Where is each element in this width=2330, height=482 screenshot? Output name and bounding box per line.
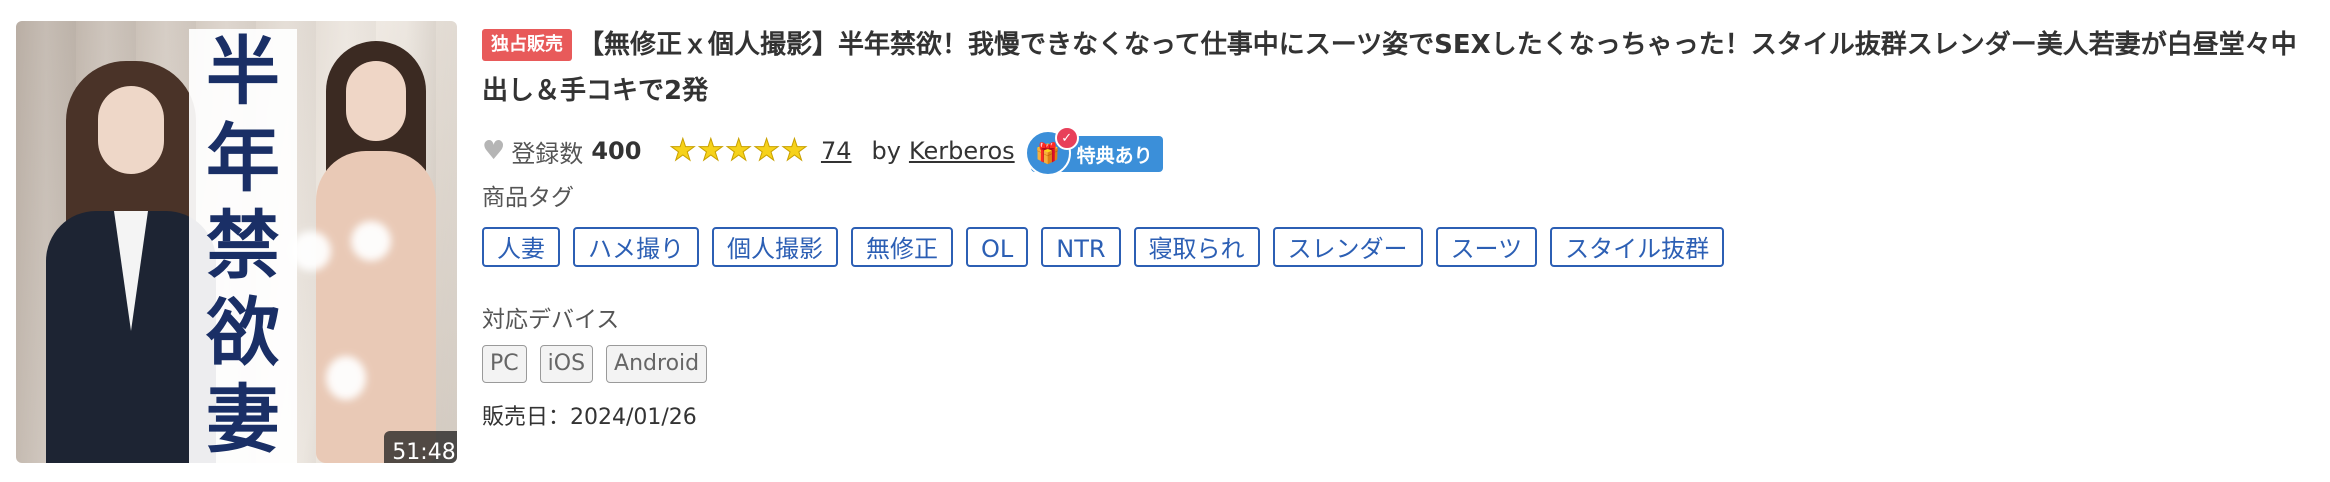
tag-item[interactable]: 無修正 bbox=[851, 227, 953, 267]
tags-section-label: 商品タグ bbox=[482, 185, 574, 211]
censor-blur bbox=[351, 221, 391, 261]
rating-stars: ★ ★ ★ ★ ★ bbox=[669, 133, 809, 168]
thumbnail-vertical-title: 半 年 禁 欲 妻 bbox=[189, 29, 297, 463]
tag-item[interactable]: 人妻 bbox=[482, 227, 560, 267]
favorites-count: 400 bbox=[591, 137, 642, 165]
thumbnail-person-right bbox=[291, 41, 451, 463]
star-icon: ★ bbox=[669, 133, 697, 168]
device-badge: PC bbox=[482, 345, 527, 383]
tag-item[interactable]: NTR bbox=[1041, 227, 1121, 267]
tag-item[interactable]: 個人撮影 bbox=[712, 227, 838, 267]
vertical-title-char: 欲 bbox=[206, 289, 280, 376]
exclusive-badge: 独占販売 bbox=[482, 29, 572, 61]
heart-icon[interactable]: ♥ bbox=[482, 136, 505, 166]
tag-item[interactable]: ハメ撮り bbox=[573, 227, 699, 267]
duration-badge: 51:48 bbox=[384, 431, 457, 463]
device-badge: Android bbox=[606, 345, 708, 383]
meta-row: ♥ 登録数 400 ★ ★ ★ ★ ★ 74 by Kerberos 🎁 ✓ 特… bbox=[482, 126, 1163, 176]
vertical-title-char: 年 bbox=[206, 116, 280, 203]
star-icon: ★ bbox=[725, 133, 753, 168]
vertical-title-char: 半 bbox=[206, 29, 280, 116]
by-label: by bbox=[871, 137, 901, 165]
star-icon: ★ bbox=[697, 133, 725, 168]
tag-item[interactable]: OL bbox=[966, 227, 1029, 267]
tag-item[interactable]: スレンダー bbox=[1272, 227, 1423, 267]
product-thumbnail[interactable]: 半 年 禁 欲 妻 51:48 bbox=[16, 21, 457, 463]
product-title-block[interactable]: 独占販売 【無修正ｘ個人撮影】半年禁欲！我慢できなくなって仕事中にスーツ姿でSEX… bbox=[482, 22, 2312, 114]
bonus-badge[interactable]: 🎁 ✓ 特典あり bbox=[1024, 126, 1163, 176]
star-icon: ★ bbox=[753, 133, 781, 168]
device-badge: iOS bbox=[539, 345, 594, 383]
tag-item[interactable]: 寝取られ bbox=[1133, 227, 1260, 267]
review-count-link[interactable]: 74 bbox=[821, 137, 852, 165]
bonus-label: 特典あり bbox=[1076, 144, 1153, 167]
tag-item[interactable]: スタイル抜群 bbox=[1550, 227, 1725, 267]
product-title[interactable]: 【無修正ｘ個人撮影】半年禁欲！我慢できなくなって仕事中にスーツ姿でSEXしたくな… bbox=[482, 30, 2297, 106]
devices-section-label: 対応デバイス bbox=[482, 307, 620, 333]
device-list: PC iOS Android bbox=[482, 345, 720, 383]
vertical-title-char: 妻 bbox=[206, 376, 280, 463]
check-icon: ✓ bbox=[1054, 126, 1079, 150]
censor-blur bbox=[291, 231, 331, 271]
tag-list: 人妻 ハメ撮り 個人撮影 無修正 OL NTR 寝取られ スレンダー スーツ ス… bbox=[482, 227, 1737, 267]
author-link[interactable]: Kerberos bbox=[909, 137, 1015, 165]
tag-item[interactable]: スーツ bbox=[1435, 227, 1538, 267]
censor-blur bbox=[326, 356, 366, 400]
vertical-title-char: 禁 bbox=[206, 202, 280, 289]
product-info: 独占販売 【無修正ｘ個人撮影】半年禁欲！我慢できなくなって仕事中にスーツ姿でSEX… bbox=[482, 22, 2312, 114]
favorites-label: 登録数 bbox=[511, 139, 584, 168]
release-date: 販売日：2024/01/26 bbox=[482, 405, 697, 430]
star-icon: ★ bbox=[781, 133, 809, 168]
